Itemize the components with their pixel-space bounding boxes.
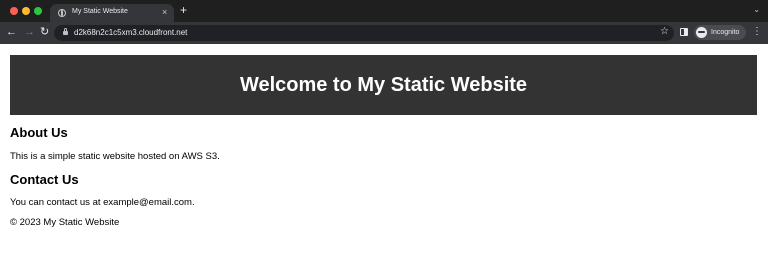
footer: © 2023 My Static Website [10, 217, 119, 228]
forward-button[interactable]: → [24, 26, 35, 39]
incognito-label: Incognito [711, 29, 740, 36]
contact-heading: Contact Us [10, 172, 79, 187]
tab-close-icon[interactable]: × [162, 7, 167, 17]
bookmark-star-icon[interactable]: ☆ [660, 26, 669, 38]
minimize-window-button[interactable] [22, 7, 30, 15]
close-window-button[interactable] [10, 7, 18, 15]
new-tab-button[interactable]: + [180, 4, 187, 16]
browser-tab[interactable]: My Static Website × [50, 4, 174, 22]
reload-button[interactable]: ↻ [40, 26, 49, 39]
incognito-icon [696, 27, 707, 38]
about-heading: About Us [10, 125, 68, 140]
tab-title: My Static Website [72, 8, 128, 15]
footer-text: © 2023 My Static Website [10, 217, 120, 228]
globe-icon [58, 9, 66, 17]
about-text: This is a simple static website hosted o… [10, 151, 220, 162]
contact-text-wrap: You can contact us at example@email.com. [10, 197, 195, 208]
url-text[interactable]: d2k68n2c1c5xm3.cloudfront.net [74, 28, 187, 38]
tab-strip: My Static Website × + ⌄ [0, 0, 768, 22]
zoom-window-button[interactable] [34, 7, 42, 15]
incognito-badge[interactable]: Incognito [694, 25, 746, 40]
side-panel-icon[interactable] [680, 28, 688, 36]
back-button[interactable]: ← [6, 26, 17, 39]
contact-section: Contact Us [10, 172, 79, 187]
lock-icon[interactable] [63, 28, 68, 35]
address-bar[interactable]: d2k68n2c1c5xm3.cloudfront.net [54, 25, 674, 41]
contact-text: You can contact us at example@email.com. [10, 197, 195, 208]
about-section: About Us [10, 125, 68, 140]
page-header: Welcome to My Static Website [10, 55, 757, 115]
tab-search-button[interactable]: ⌄ [753, 5, 760, 15]
page-title: Welcome to My Static Website [239, 74, 528, 96]
kebab-menu-icon[interactable]: ⋮ [752, 26, 762, 38]
browser-toolbar: ← → ↻ d2k68n2c1c5xm3.cloudfront.net [0, 22, 768, 44]
about-text-wrap: This is a simple static website hosted o… [10, 151, 220, 162]
